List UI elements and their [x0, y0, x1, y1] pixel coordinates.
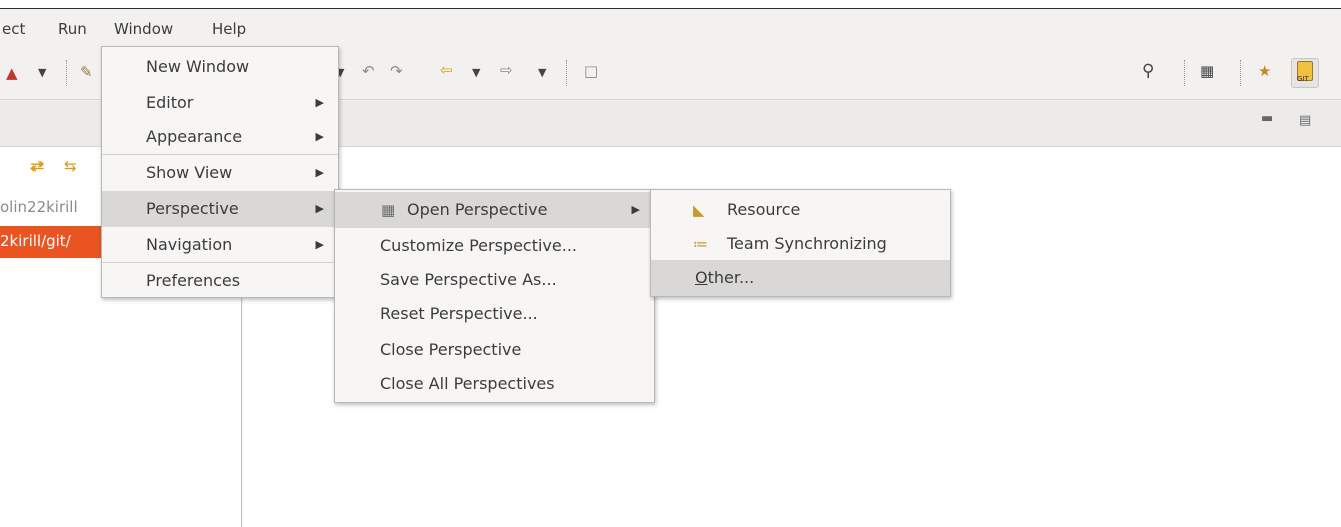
menu-item-label: Appearance	[146, 127, 243, 146]
menu-item-appearance[interactable]: Appearance ▶	[102, 119, 338, 155]
menu-item-label: Show View	[146, 163, 233, 182]
menu-item-other[interactable]: Other...	[651, 260, 950, 296]
chevron-down-icon[interactable]: ▼	[538, 63, 546, 83]
forward-arrow-icon[interactable]: ⇨	[500, 60, 513, 80]
submenu-arrow-icon: ▶	[631, 203, 640, 216]
toolbar-separator	[566, 60, 567, 86]
menu-item-close-all-perspectives[interactable]: Close All Perspectives	[335, 366, 654, 402]
git-perspective-button[interactable]: GIT	[1291, 58, 1319, 88]
menu-item-label: Open Perspective	[407, 200, 548, 219]
menu-item-label: Perspective	[146, 199, 239, 218]
menu-item-navigation[interactable]: Navigation ▶	[102, 227, 338, 263]
submenu-arrow-icon: ▶	[315, 202, 324, 215]
back-arrow-icon[interactable]: ⇦	[440, 60, 453, 80]
open-perspective-submenu: ◣ Resource ≔ Team Synchronizing Other...	[650, 189, 951, 297]
perspective-tree-icon[interactable]: ★	[1258, 61, 1271, 81]
team-synchronizing-icon: ≔	[693, 235, 708, 253]
open-perspective-icon: ▦	[381, 201, 396, 219]
menu-help[interactable]: Help	[212, 20, 246, 38]
menu-item-editor[interactable]: Editor ▶	[102, 85, 338, 121]
git-icon-label: GIT	[1297, 75, 1309, 83]
menu-item-label: Customize Perspective...	[380, 236, 577, 255]
menu-item-label: Close All Perspectives	[380, 374, 555, 393]
debug-run-icon[interactable]: ▲	[6, 63, 18, 83]
submenu-arrow-icon: ▶	[315, 130, 324, 143]
menu-item-label: Other...	[695, 260, 754, 296]
menu-item-reset-perspective[interactable]: Reset Perspective...	[335, 296, 654, 332]
menu-item-label: Reset Perspective...	[380, 304, 538, 323]
menu-item-label: Save Perspective As...	[380, 270, 557, 289]
menu-item-new-window[interactable]: New Window	[102, 49, 338, 85]
next-edit-location-icon[interactable]: ↷	[390, 61, 403, 81]
chevron-down-icon[interactable]: ▼	[472, 63, 480, 83]
mnemonic-letter: O	[695, 268, 708, 287]
chevron-down-icon[interactable]: ▼	[38, 63, 46, 83]
menu-item-show-view[interactable]: Show View ▶	[102, 155, 338, 191]
submenu-arrow-icon: ▶	[315, 96, 324, 109]
menu-item-close-perspective[interactable]: Close Perspective	[335, 332, 654, 368]
menu-item-label: New Window	[146, 57, 250, 76]
menu-item-customize-perspective[interactable]: Customize Perspective...	[335, 228, 654, 264]
toolbar-separator	[1240, 60, 1241, 86]
link-with-editor-icon[interactable]: ⇄	[32, 157, 45, 175]
menu-item-team-synchronizing[interactable]: ≔ Team Synchronizing	[651, 226, 950, 262]
submenu-arrow-icon: ▶	[315, 238, 324, 251]
menu-item-label: Navigation	[146, 235, 233, 254]
pin-editor-icon[interactable]: □	[584, 61, 598, 81]
window-top-edge	[0, 0, 1341, 9]
resource-perspective-icon: ◣	[693, 201, 705, 219]
menu-item-label: Preferences	[146, 271, 241, 290]
menu-run[interactable]: Run	[58, 20, 87, 38]
open-file-icon[interactable]: ✎	[80, 62, 93, 82]
menu-item-resource[interactable]: ◣ Resource	[651, 192, 950, 228]
window-menu: New Window Editor ▶ Appearance ▶ Show Vi…	[101, 46, 339, 298]
open-perspective-icon[interactable]: ▦	[1200, 61, 1214, 81]
submenu-arrow-icon: ▶	[315, 166, 324, 179]
menu-item-label: Team Synchronizing	[727, 234, 887, 253]
menu-item-open-perspective[interactable]: ▦ Open Perspective ▶	[335, 192, 654, 228]
minimize-icon[interactable]: ▬	[1261, 111, 1273, 126]
editor-area-header: ▬ ▤	[243, 101, 1341, 147]
menu-item-label-rest: ther...	[707, 268, 755, 287]
maximize-icon[interactable]: ▤	[1299, 113, 1311, 128]
menu-item-label: Resource	[727, 200, 801, 219]
tree-item-selected-label: 2kirill/git/	[0, 232, 71, 250]
search-icon[interactable]: ⚲	[1142, 61, 1154, 81]
menu-item-perspective[interactable]: Perspective ▶	[102, 191, 338, 227]
tree-item-selected[interactable]: 2kirill/git/	[0, 226, 110, 258]
menu-item-label: Editor	[146, 93, 194, 112]
toolbar-separator	[1184, 60, 1185, 86]
menu-bar: ect Run Window Help	[0, 10, 1341, 56]
sync-icon[interactable]: ⇆	[64, 157, 77, 175]
menu-item-save-perspective-as[interactable]: Save Perspective As...	[335, 262, 654, 298]
perspective-submenu: ▦ Open Perspective ▶ Customize Perspecti…	[334, 189, 655, 403]
menu-item-preferences[interactable]: Preferences	[102, 263, 338, 299]
previous-edit-location-icon[interactable]: ↶	[362, 61, 375, 81]
menu-window[interactable]: Window	[114, 20, 173, 38]
toolbar-separator	[66, 60, 67, 86]
tree-item-path[interactable]: olin22kirill	[0, 198, 78, 216]
menu-item-label: Close Perspective	[380, 340, 522, 359]
menu-project[interactable]: ect	[2, 20, 25, 38]
